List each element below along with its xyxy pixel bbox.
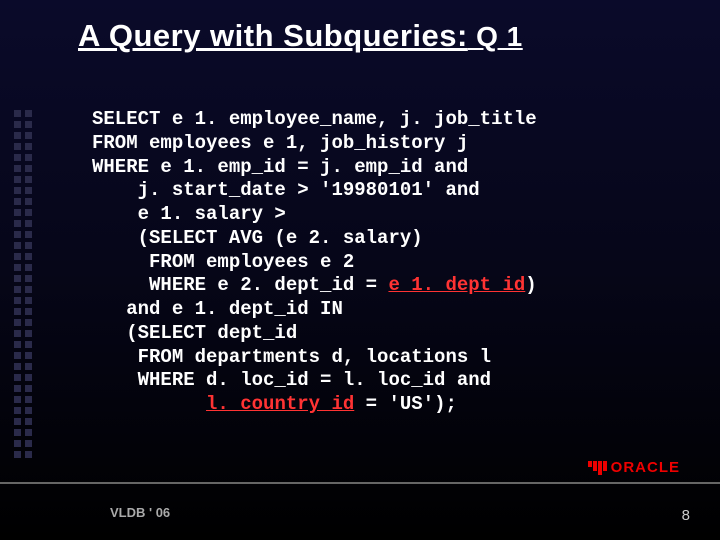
code-line: FROM employees e 1, job_history j — [92, 132, 468, 154]
slide-title: A Query with Subqueries: Q 1 — [78, 18, 523, 54]
page-number: 8 — [682, 507, 690, 524]
code-line: SELECT e 1. employee_name, j. job_title — [92, 108, 537, 130]
logo-text: ORACLE — [611, 459, 680, 476]
code-line: e 1. salary > — [92, 203, 286, 225]
code-highlight: e 1. dept_id — [388, 274, 525, 296]
footer-divider — [0, 482, 720, 484]
code-line: (SELECT AVG (e 2. salary) — [92, 227, 423, 249]
code-line: WHERE d. loc_id = l. loc_id and — [92, 369, 491, 391]
code-line: FROM employees e 2 — [92, 251, 354, 273]
code-line: (SELECT dept_id — [92, 322, 297, 344]
slide: A Query with Subqueries: Q 1 — [0, 0, 720, 540]
code-line: WHERE e 2. dept_id = — [92, 274, 388, 296]
code-line: FROM departments d, locations l — [92, 346, 491, 368]
footer-text: VLDB ' 06 — [110, 505, 170, 520]
logo-bars-icon — [588, 461, 607, 475]
title-main: A Query with Subqueries: — [78, 18, 468, 53]
code-line: j. start_date > '19980101' and — [92, 179, 480, 201]
code-line: = 'US'); — [354, 393, 457, 415]
code-line: ) — [525, 274, 536, 296]
title-q: Q 1 — [468, 21, 523, 52]
code-line — [92, 393, 206, 415]
oracle-logo: ORACLE — [588, 459, 680, 476]
sql-code: SELECT e 1. employee_name, j. job_title … — [92, 108, 537, 417]
code-highlight: l. country_id — [206, 393, 354, 415]
decorative-dots — [14, 110, 34, 462]
code-line: and e 1. dept_id IN — [92, 298, 343, 320]
code-line: WHERE e 1. emp_id = j. emp_id and — [92, 156, 468, 178]
